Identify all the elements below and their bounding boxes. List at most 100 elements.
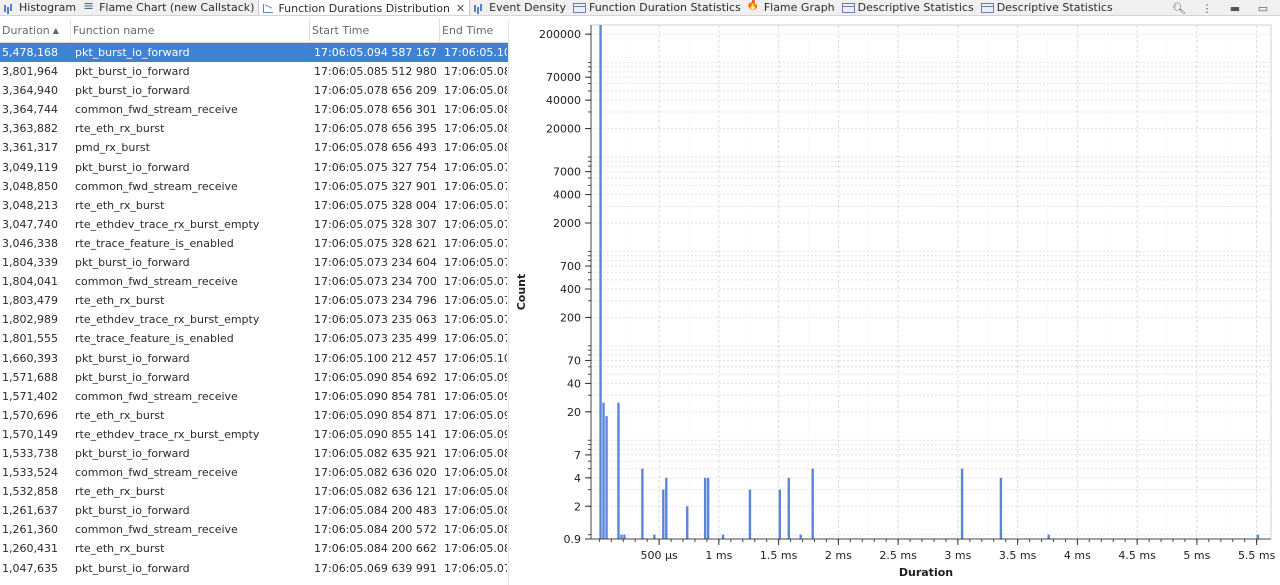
table-row[interactable]: 3,046,338 rte_trace_feature_is_enabled 17:… xyxy=(0,234,508,253)
column-header-end-time[interactable]: End Time xyxy=(440,19,508,43)
y-tick-label: 200000 xyxy=(539,28,581,41)
table-row[interactable]: 3,048,213 rte_eth_rx_burst 17:06:05.075 32… xyxy=(0,196,508,215)
end-time-cell: 17:06:05.07 xyxy=(444,236,508,250)
end-time-cell: 17:06:05.08 xyxy=(444,504,508,518)
start-time-cell: 17:06:05.075 327 901 xyxy=(314,179,437,193)
table-row[interactable]: 3,361,317 pmd_rx_burst 17:06:05.078 656 49… xyxy=(0,138,508,157)
end-time-cell: 17:06:05.07 xyxy=(444,179,508,193)
zoom-icon[interactable]: 🔍︎ xyxy=(1172,2,1186,15)
end-time-cell: 17:06:05.09 xyxy=(444,427,508,441)
table-row[interactable]: 1,532,858 rte_eth_rx_burst 17:06:05.082 63… xyxy=(0,482,508,501)
histogram-bar[interactable] xyxy=(778,489,782,539)
table-row[interactable]: 1,804,041 common_fwd_stream_receive 17:06:… xyxy=(0,272,508,291)
table-row[interactable]: 3,049,119 pkt_burst_io_forward 17:06:05.07… xyxy=(0,158,508,177)
tab-flame-chart-new-callstack[interactable]: Flame Chart (new Callstack) xyxy=(80,0,258,15)
histogram-bar[interactable] xyxy=(662,489,665,539)
y-tick-label: 40000 xyxy=(546,94,581,107)
y-tick-label: 2 xyxy=(574,500,581,513)
tab-flame-graph[interactable]: Flame Graph xyxy=(745,0,839,15)
list-icon xyxy=(83,0,96,14)
histogram-bar[interactable] xyxy=(999,477,1003,539)
table-row[interactable]: 3,364,940 pkt_burst_io_forward 17:06:05.07… xyxy=(0,81,508,100)
end-time-cell: 17:06:05.10 xyxy=(444,351,508,365)
start-time-cell: 17:06:05.090 854 692 xyxy=(314,370,437,384)
table-row[interactable]: 3,048,850 common_fwd_stream_receive 17:06:… xyxy=(0,177,508,196)
x-tick-label: 500 µs xyxy=(641,549,678,562)
tab-descriptive-statistics[interactable]: Descriptive Statistics xyxy=(839,0,978,15)
duration-cell: 1,660,393 xyxy=(2,351,58,365)
end-time-cell: 17:06:05.07 xyxy=(444,313,508,327)
histogram-plot[interactable]: 0.9 2 4 7 20 40 70 200 400 700 2000 4000 7000 20000 40… xyxy=(509,19,1280,585)
close-tab-icon[interactable]: ✕ xyxy=(456,2,465,15)
table-row[interactable]: 1,803,479 rte_eth_rx_burst 17:06:05.073 23… xyxy=(0,291,508,310)
table-row[interactable]: 1,047,635 pkt_burst_io_forward 17:06:05.06… xyxy=(0,559,508,578)
table-row[interactable]: 1,571,402 common_fwd_stream_receive 17:06:… xyxy=(0,387,508,406)
histogram-bar[interactable] xyxy=(605,416,608,539)
histogram-bar[interactable] xyxy=(799,534,802,539)
duration-cell: 1,802,989 xyxy=(2,313,58,327)
table-row[interactable]: 1,533,524 common_fwd_stream_receive 17:06:… xyxy=(0,463,508,482)
table-row[interactable]: 1,533,738 pkt_burst_io_forward 17:06:05.08… xyxy=(0,444,508,463)
histogram-bar[interactable] xyxy=(1256,534,1260,539)
table-row[interactable]: 1,660,393 pkt_burst_io_forward 17:06:05.10… xyxy=(0,349,508,368)
y-tick-label: 20 xyxy=(567,406,581,419)
histogram-bar[interactable] xyxy=(620,534,623,539)
column-header-function-name[interactable]: Function name xyxy=(71,19,310,43)
histogram-bar[interactable] xyxy=(623,534,626,539)
x-tick-label: 3.5 ms xyxy=(999,549,1037,562)
function-name-cell: rte_eth_rx_burst xyxy=(75,294,165,308)
histogram-icon xyxy=(473,2,486,13)
column-header-start-time[interactable]: Start Time xyxy=(310,19,440,43)
table-row[interactable]: 5,478,168 pkt_burst_io_forward 17:06:05.09… xyxy=(0,43,508,63)
histogram-bar[interactable] xyxy=(703,477,707,539)
function-name-cell: common_fwd_stream_receive xyxy=(75,275,238,289)
histogram-bar[interactable] xyxy=(960,468,964,539)
histogram-bar[interactable] xyxy=(653,534,656,539)
table-row[interactable]: 3,364,744 common_fwd_stream_receive 17:06:… xyxy=(0,100,508,119)
table-row[interactable]: 3,363,882 rte_eth_rx_burst 17:06:05.078 65… xyxy=(0,119,508,138)
tab-function-durations-distribution[interactable]: Function Durations Distribution ✕ xyxy=(258,0,471,15)
histogram-bar[interactable] xyxy=(787,477,790,539)
histogram-bar[interactable] xyxy=(602,402,605,539)
y-tick-label: 7 xyxy=(574,449,581,462)
table-row[interactable]: 3,801,964 pkt_burst_io_forward 17:06:05.08… xyxy=(0,62,508,81)
table-row[interactable]: 1,261,360 common_fwd_stream_receive 17:06:… xyxy=(0,520,508,539)
histogram-bar[interactable] xyxy=(641,468,644,539)
tab-label: Histogram xyxy=(19,1,77,14)
table-row[interactable]: 1,801,555 rte_trace_feature_is_enabled 17:… xyxy=(0,329,508,348)
start-time-cell: 17:06:05.073 234 604 xyxy=(314,256,437,270)
table-row[interactable]: 3,047,740 rte_ethdev_trace_rx_burst_empty… xyxy=(0,215,508,234)
function-name-cell: rte_trace_feature_is_enabled xyxy=(75,236,234,250)
tab-histogram[interactable]: Histogram xyxy=(0,0,80,15)
histogram-bar[interactable] xyxy=(748,489,752,539)
histogram-bar[interactable] xyxy=(706,477,710,539)
duration-cell: 1,571,402 xyxy=(2,389,58,403)
table-row[interactable]: 1,804,339 pkt_burst_io_forward 17:06:05.07… xyxy=(0,253,508,272)
minimize-icon[interactable]: ▬ xyxy=(1228,2,1242,15)
table-row[interactable]: 1,570,149 rte_ethdev_trace_rx_burst_empty… xyxy=(0,425,508,444)
histogram-bar[interactable] xyxy=(721,534,725,539)
table-row[interactable]: 1,260,431 rte_eth_rx_burst 17:06:05.084 20… xyxy=(0,539,508,558)
maximize-icon[interactable]: ▭ xyxy=(1256,2,1270,15)
histogram-bar[interactable] xyxy=(599,25,602,539)
end-time-cell: 17:06:05.08 xyxy=(444,466,508,480)
table-row[interactable]: 1,261,637 pkt_burst_io_forward 17:06:05.08… xyxy=(0,501,508,520)
tab-event-density[interactable]: Event Density xyxy=(470,0,570,15)
tab-function-duration-statistics[interactable]: Function Duration Statistics xyxy=(570,0,745,15)
histogram-bar[interactable] xyxy=(665,477,668,539)
histogram-bar[interactable] xyxy=(686,506,689,539)
table-icon xyxy=(572,2,586,13)
histogram-bar[interactable] xyxy=(1047,534,1050,539)
table-row[interactable]: 1,570,696 rte_eth_rx_burst 17:06:05.090 85… xyxy=(0,406,508,425)
column-header-duration[interactable]: Duration ▲ xyxy=(0,19,71,43)
function-name-cell: common_fwd_stream_receive xyxy=(75,466,238,480)
more-icon[interactable]: ⋮ xyxy=(1200,2,1214,15)
table-row[interactable]: 1,802,989 rte_ethdev_trace_rx_burst_empty… xyxy=(0,310,508,329)
tab-descriptive-statistics[interactable]: Descriptive Statistics xyxy=(978,0,1117,15)
function-name-cell: rte_eth_rx_burst xyxy=(75,408,165,422)
histogram-bar[interactable] xyxy=(617,402,620,539)
histogram-bar[interactable] xyxy=(811,468,814,539)
table-row[interactable]: 1,571,688 pkt_burst_io_forward 17:06:05.09… xyxy=(0,368,508,387)
end-time-cell: 17:06:05.07 xyxy=(444,256,508,270)
editor-tab-bar: HistogramFlame Chart (new Callstack)Func… xyxy=(0,0,1280,16)
